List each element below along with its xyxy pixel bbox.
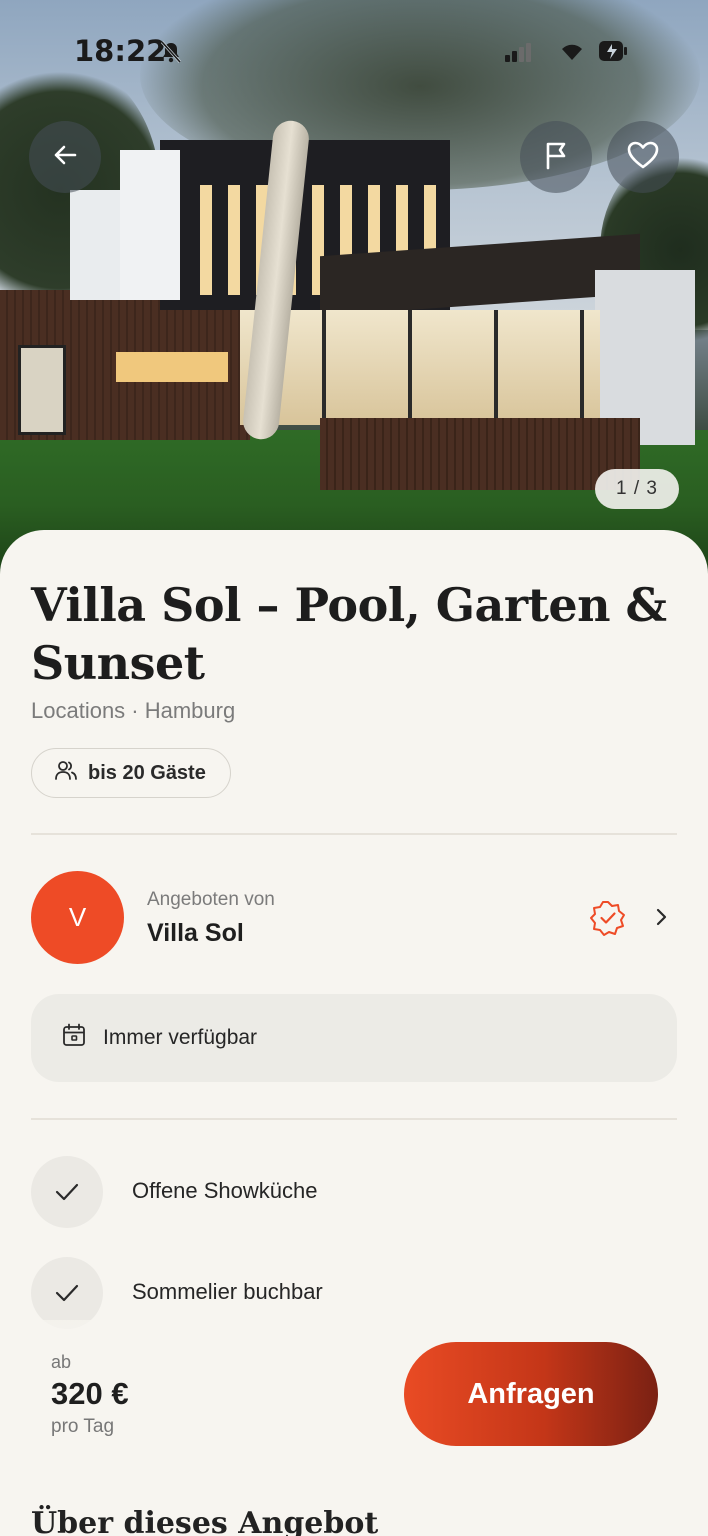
users-icon (54, 759, 78, 787)
feature-item: Offene Showküche (31, 1156, 677, 1228)
price-value: 320 € (51, 1376, 129, 1411)
divider (31, 833, 677, 835)
arrow-left-icon (51, 141, 79, 174)
price-prefix: ab (51, 1352, 72, 1372)
status-bar: 18:22 (0, 32, 708, 72)
feature-item: Sommelier buchbar (31, 1257, 677, 1329)
request-button[interactable]: Anfragen (404, 1342, 658, 1446)
listing-title: Villa Sol – Pool, Garten & Sunset (31, 578, 667, 690)
guest-capacity-chip: bis 20 Gäste (31, 748, 231, 798)
guest-capacity-label: bis 20 Gäste (88, 761, 206, 784)
bell-muted-icon (158, 40, 184, 69)
price-unit: pro Tag (51, 1416, 115, 1437)
verified-badge-icon (589, 899, 627, 942)
availability-card: Immer verfügbar (31, 994, 677, 1082)
flag-icon (542, 140, 570, 175)
gallery-counter: 1 / 3 (595, 469, 679, 509)
hero-house-white-tower (120, 150, 180, 300)
battery-icon (598, 39, 628, 68)
check-icon (31, 1257, 103, 1329)
hero-house-deck (320, 418, 640, 490)
hero-house-strip-window (116, 352, 228, 382)
feature-label: Offene Showküche (132, 1178, 318, 1203)
heart-icon (626, 140, 660, 175)
host-row[interactable]: V Angeboten von Villa Sol (31, 871, 677, 965)
chevron-right-icon (655, 907, 669, 932)
feature-label: Sommelier buchbar (132, 1279, 323, 1304)
availability-label: Immer verfügbar (103, 1026, 258, 1049)
signal-icon (505, 42, 535, 67)
about-heading: Über dieses Angebot (31, 1506, 379, 1536)
favorite-button[interactable] (607, 121, 679, 193)
host-name: Villa Sol (147, 919, 244, 947)
listing-subtitle: Locations · Hamburg (31, 698, 236, 723)
back-button[interactable] (29, 121, 101, 193)
status-time: 18:22 (74, 34, 167, 68)
hero-house-door (18, 345, 66, 435)
host-label: Angeboten von (147, 889, 275, 910)
divider (31, 1118, 677, 1120)
hero-house-glass-frame (240, 310, 600, 425)
calendar-icon (61, 1022, 87, 1054)
check-icon (31, 1156, 103, 1228)
avatar: V (31, 871, 124, 964)
report-button[interactable] (520, 121, 592, 193)
wifi-icon (558, 40, 586, 67)
